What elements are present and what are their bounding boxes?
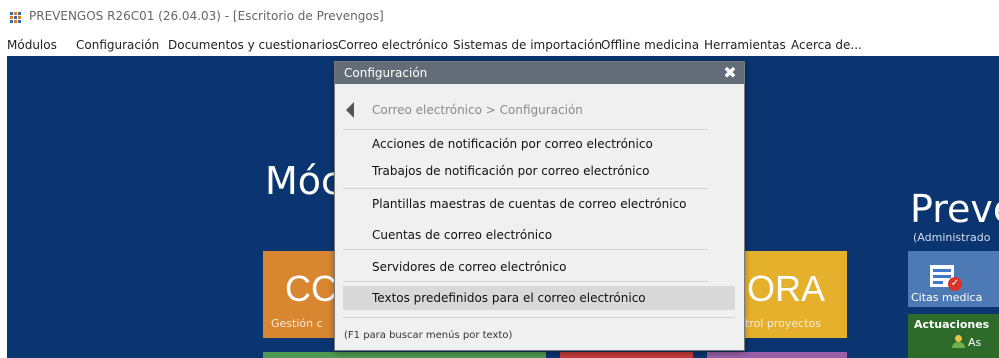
item-label: Trabajos de notificación por correo elec…: [372, 164, 650, 178]
item-acciones-notificacion[interactable]: Acciones de notificación por correo elec…: [343, 132, 735, 156]
divider: [343, 317, 735, 318]
actuaciones-panel: Actuaciones As: [908, 314, 999, 358]
check-badge-icon: ✓: [948, 277, 962, 291]
title-bar: PREVENGOS R26C01 (26.04.03) - [Escritori…: [0, 0, 999, 36]
citas-widget[interactable]: ✓ Citas medica: [908, 251, 999, 307]
module-tile-bottom-green[interactable]: [263, 352, 546, 358]
search-hint: (F1 para buscar menús por texto): [344, 330, 513, 341]
menu-correo[interactable]: Correo electrónico: [338, 38, 448, 52]
window-title: PREVENGOS R26C01 (26.04.03) - [Escritori…: [29, 9, 384, 23]
modulos-heading: Móc: [265, 159, 342, 203]
item-cuentas-correo[interactable]: Cuentas de correo electrónico: [343, 223, 735, 247]
dialog-title: Configuración: [344, 66, 428, 80]
divider: [343, 249, 708, 250]
item-label: Acciones de notificación por correo elec…: [372, 137, 653, 151]
tile-left-title: CC: [285, 268, 337, 309]
prevengos-heading: Preve: [910, 187, 999, 231]
actuaciones-item[interactable]: As: [968, 336, 981, 349]
back-arrow-icon[interactable]: [346, 102, 354, 118]
menu-herramientas[interactable]: Herramientas: [704, 38, 786, 52]
item-trabajos-notificacion[interactable]: Trabajos de notificación por correo elec…: [343, 159, 735, 183]
item-label: Cuentas de correo electrónico: [372, 228, 553, 242]
menu-acerca[interactable]: Acerca de...: [791, 38, 862, 52]
tile-right-caption: trol proyectos: [745, 317, 821, 330]
item-textos-predefinidos[interactable]: Textos predefinidos para el correo elect…: [343, 286, 735, 310]
item-label: Plantillas maestras de cuentas de correo…: [372, 197, 687, 211]
menu-documentos[interactable]: Documentos y cuestionarios: [168, 38, 339, 52]
menu-importacion[interactable]: Sistemas de importación: [453, 38, 602, 52]
module-tile-bottom-red[interactable]: [560, 352, 693, 358]
item-label: Servidores de correo electrónico: [372, 260, 567, 274]
tile-right-title: IORA: [737, 268, 826, 309]
menu-modulos[interactable]: Módulos: [7, 38, 57, 52]
menu-configuracion[interactable]: Configuración: [76, 38, 159, 52]
actuaciones-title: Actuaciones: [914, 318, 990, 331]
divider: [343, 281, 708, 282]
menu-bar: Módulos Configuración Documentos y cuest…: [0, 36, 999, 56]
item-label: Textos predefinidos para el correo elect…: [372, 291, 646, 305]
item-servidores-correo[interactable]: Servidores de correo electrónico: [343, 255, 735, 279]
tile-left-caption: Gestión c: [271, 317, 323, 330]
close-icon[interactable]: ✖: [722, 65, 738, 81]
menu-offline-medicina[interactable]: Offline medicina: [601, 38, 699, 52]
prevengos-subtitle: (Administrado: [913, 231, 991, 244]
module-tile-bottom-purple[interactable]: [707, 352, 847, 358]
dialog-header: Configuración ✖: [335, 62, 744, 84]
person-icon: [952, 335, 965, 348]
divider: [343, 129, 708, 130]
configuracion-dialog: Configuración ✖ Correo electrónico > Con…: [334, 61, 745, 351]
app-logo-icon: [10, 12, 24, 24]
citas-label: Citas medica: [911, 291, 983, 304]
breadcrumb: Correo electrónico > Configuración: [372, 103, 583, 117]
divider: [343, 188, 708, 189]
